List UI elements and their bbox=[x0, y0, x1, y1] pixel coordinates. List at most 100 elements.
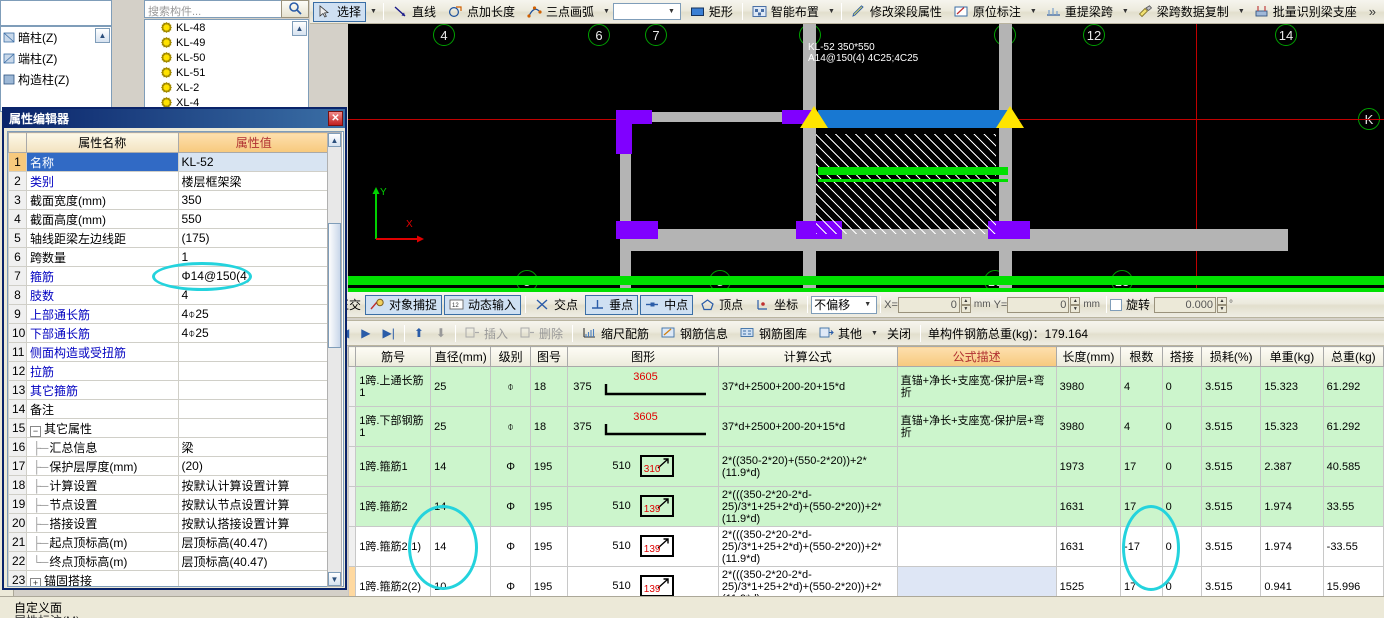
property-value[interactable] bbox=[177, 342, 330, 362]
cell-unit-weight[interactable]: 1.974 bbox=[1260, 526, 1324, 567]
cell-loss[interactable]: 3.515 bbox=[1201, 486, 1262, 527]
cell-loss[interactable]: 3.515 bbox=[1201, 366, 1262, 407]
close-icon[interactable]: ✕ bbox=[328, 111, 343, 126]
table-row[interactable]: 1跨.箍筋2(1) 14 Φ 195 510 139 2*(((350-2*20… bbox=[348, 526, 1384, 567]
property-row[interactable]: 10 下部通长筋 4⌽25 bbox=[8, 323, 330, 343]
property-name[interactable]: 其它箍筋 bbox=[26, 380, 179, 400]
cell-formula-desc[interactable] bbox=[896, 446, 1057, 487]
property-grid[interactable]: 属性名称 属性值 1 名称 KL-52 2 类别 楼层框架梁 3 截面宽度(mm) 350 … bbox=[7, 131, 344, 587]
cell-shape-no[interactable]: 18 bbox=[529, 406, 569, 447]
cell-total-weight[interactable]: 33.55 bbox=[1322, 486, 1384, 527]
grid-bubble[interactable]: 14 bbox=[1275, 24, 1297, 46]
property-value[interactable]: 4 bbox=[177, 285, 330, 305]
toolbar-button-in-place-annotation[interactable]: 原位标注 bbox=[949, 2, 1026, 22]
cell-rebar-no[interactable]: 1跨.下部钢筋1 bbox=[355, 406, 432, 447]
y-input[interactable]: 0 bbox=[1007, 296, 1070, 313]
property-value[interactable]: 按默认计算设置计算 bbox=[177, 475, 330, 495]
property-name[interactable]: ├─ 汇总信息 bbox=[26, 437, 179, 457]
header-loss[interactable]: 损耗(%) bbox=[1201, 346, 1262, 367]
property-value[interactable]: 楼层框架梁 bbox=[177, 171, 330, 191]
collapse-node-icon[interactable]: − bbox=[30, 425, 41, 437]
cell-formula-desc[interactable] bbox=[896, 526, 1057, 567]
rotate-checkbox[interactable] bbox=[1110, 298, 1122, 311]
property-name[interactable]: ├─ 节点设置 bbox=[26, 494, 179, 514]
toolbar-button-copy-span-data[interactable]: 梁跨数据复制 bbox=[1133, 2, 1234, 22]
property-value[interactable]: 1 bbox=[177, 247, 330, 267]
snap-button-intersection[interactable]: 交点 bbox=[530, 295, 583, 315]
header-formula[interactable]: 计算公式 bbox=[717, 346, 898, 367]
list-item[interactable]: 构造柱(Z) bbox=[1, 69, 111, 90]
cell-unit-weight[interactable]: 2.387 bbox=[1260, 446, 1324, 487]
offset-mode-select[interactable]: 不偏移 ▼ bbox=[811, 295, 878, 314]
property-value[interactable]: 层顶标高(40.47) bbox=[177, 532, 330, 552]
cell-count[interactable]: -17 bbox=[1120, 526, 1163, 567]
cell-grade[interactable]: ⌽ bbox=[490, 406, 531, 447]
property-row[interactable]: 17 ├─ 保护层厚度(mm) (20) bbox=[8, 456, 330, 476]
cell-shape[interactable]: 375 3605 bbox=[567, 406, 719, 447]
snap-button-dynamic-input[interactable]: 12 动态输入 bbox=[444, 294, 522, 315]
chevron-down-icon[interactable]: ▼ bbox=[1027, 8, 1040, 15]
property-name[interactable]: 跨数量 bbox=[26, 247, 179, 267]
toolbar-combo[interactable]: ▼ bbox=[612, 3, 681, 20]
list-item[interactable]: 端柱(Z) bbox=[1, 48, 111, 69]
cell-lap[interactable]: 0 bbox=[1161, 526, 1203, 567]
chevron-down-icon[interactable]: ▼ bbox=[868, 330, 881, 337]
table-row[interactable]: 1跨.下部钢筋1 25 ⌽ 18 375 3605 37*d+2500+200-… bbox=[348, 406, 1384, 447]
toolbar-button-rectangle[interactable]: 矩形 bbox=[685, 2, 738, 22]
move-up-button[interactable]: ⬆ bbox=[409, 323, 429, 343]
nav-last-button[interactable]: ▶| bbox=[377, 323, 399, 343]
property-value[interactable]: 350 bbox=[177, 190, 330, 210]
scaled-rebar-button[interactable]: 缩尺配筋 bbox=[577, 323, 654, 343]
property-name[interactable]: 肢数 bbox=[26, 285, 179, 305]
toolbar-button-batch-recognize-support[interactable]: 批量识别梁支座 bbox=[1249, 2, 1362, 22]
move-down-button[interactable]: ⬇ bbox=[431, 323, 451, 343]
chevron-down-icon[interactable]: ▼ bbox=[367, 8, 380, 15]
header-property-name[interactable]: 属性名称 bbox=[26, 132, 179, 153]
rotate-spinner[interactable]: ▲ ▼ bbox=[1217, 296, 1228, 313]
property-value[interactable]: 梁 bbox=[177, 437, 330, 457]
snap-button-perpendicular[interactable]: 垂点 bbox=[585, 294, 639, 315]
property-name[interactable]: 下部通长筋 bbox=[26, 323, 179, 343]
cell-grade[interactable]: Φ bbox=[490, 526, 531, 567]
property-row[interactable]: 9 上部通长筋 4⌽25 bbox=[8, 304, 330, 324]
property-name[interactable]: 名称 bbox=[26, 152, 179, 172]
x-spinner[interactable]: ▲ ▼ bbox=[960, 296, 971, 313]
cell-count[interactable]: 17 bbox=[1120, 486, 1163, 527]
property-value[interactable]: 550 bbox=[177, 209, 330, 229]
cell-formula-desc[interactable]: 直锚+净长+支座宽-保护层+弯折 bbox=[896, 366, 1057, 407]
chevron-down-icon[interactable]: ▼ bbox=[665, 8, 678, 15]
property-value[interactable] bbox=[177, 361, 330, 381]
cell-total-weight[interactable]: 40.585 bbox=[1322, 446, 1384, 487]
chevron-down-icon[interactable]: ▼ bbox=[861, 301, 874, 308]
other-button[interactable]: 其他 bbox=[814, 323, 867, 343]
cell-diameter[interactable]: 25 bbox=[430, 406, 492, 447]
cell-rebar-no[interactable]: 1跨.箍筋2 bbox=[355, 486, 432, 527]
property-name[interactable]: 类别 bbox=[26, 171, 179, 191]
tree-item[interactable]: KL-49 bbox=[145, 35, 308, 50]
cell-length[interactable]: 3980 bbox=[1055, 406, 1122, 447]
cell-unit-weight[interactable]: 15.323 bbox=[1260, 406, 1324, 447]
header-count[interactable]: 根数 bbox=[1120, 346, 1163, 367]
property-value[interactable]: (175) bbox=[177, 228, 330, 248]
table-row[interactable]: 1跨.箍筋1 14 Φ 195 510 310 2*((350-2*20)+(5… bbox=[348, 446, 1384, 487]
dialog-title-bar[interactable]: 属性编辑器 ✕ bbox=[4, 109, 345, 128]
toolbar-overflow-button[interactable]: » bbox=[1363, 4, 1382, 19]
cell-diameter[interactable]: 14 bbox=[430, 526, 492, 567]
property-value[interactable] bbox=[177, 399, 330, 419]
cell-formula[interactable]: 2*(((350-2*20-2*d-25)/3*1+25+2*d)+(550-2… bbox=[717, 526, 898, 567]
cell-loss[interactable]: 3.515 bbox=[1201, 526, 1262, 567]
header-length[interactable]: 长度(mm) bbox=[1055, 346, 1122, 367]
property-row[interactable]: 6 跨数量 1 bbox=[8, 247, 330, 267]
property-value[interactable]: 层顶标高(40.47) bbox=[177, 551, 330, 571]
toolbar-button-point-length[interactable]: 点加长度 bbox=[443, 2, 520, 22]
chevron-down-icon[interactable]: ▼ bbox=[1235, 8, 1248, 15]
cell-shape[interactable]: 510 310 bbox=[567, 446, 719, 487]
table-row[interactable]: 1跨.箍筋2 14 Φ 195 510 139 2*(((350-2*20-2*… bbox=[348, 486, 1384, 527]
property-row[interactable]: 19 ├─ 节点设置 按默认节点设置计算 bbox=[8, 494, 330, 514]
grid-bubble[interactable]: 4 bbox=[433, 24, 455, 46]
property-scrollbar[interactable]: ▲ ▼ bbox=[327, 132, 342, 587]
property-name[interactable]: 拉筋 bbox=[26, 361, 179, 381]
cell-lap[interactable]: 0 bbox=[1161, 406, 1203, 447]
property-value[interactable]: 按默认节点设置计算 bbox=[177, 494, 330, 514]
row-marker[interactable] bbox=[348, 366, 357, 407]
